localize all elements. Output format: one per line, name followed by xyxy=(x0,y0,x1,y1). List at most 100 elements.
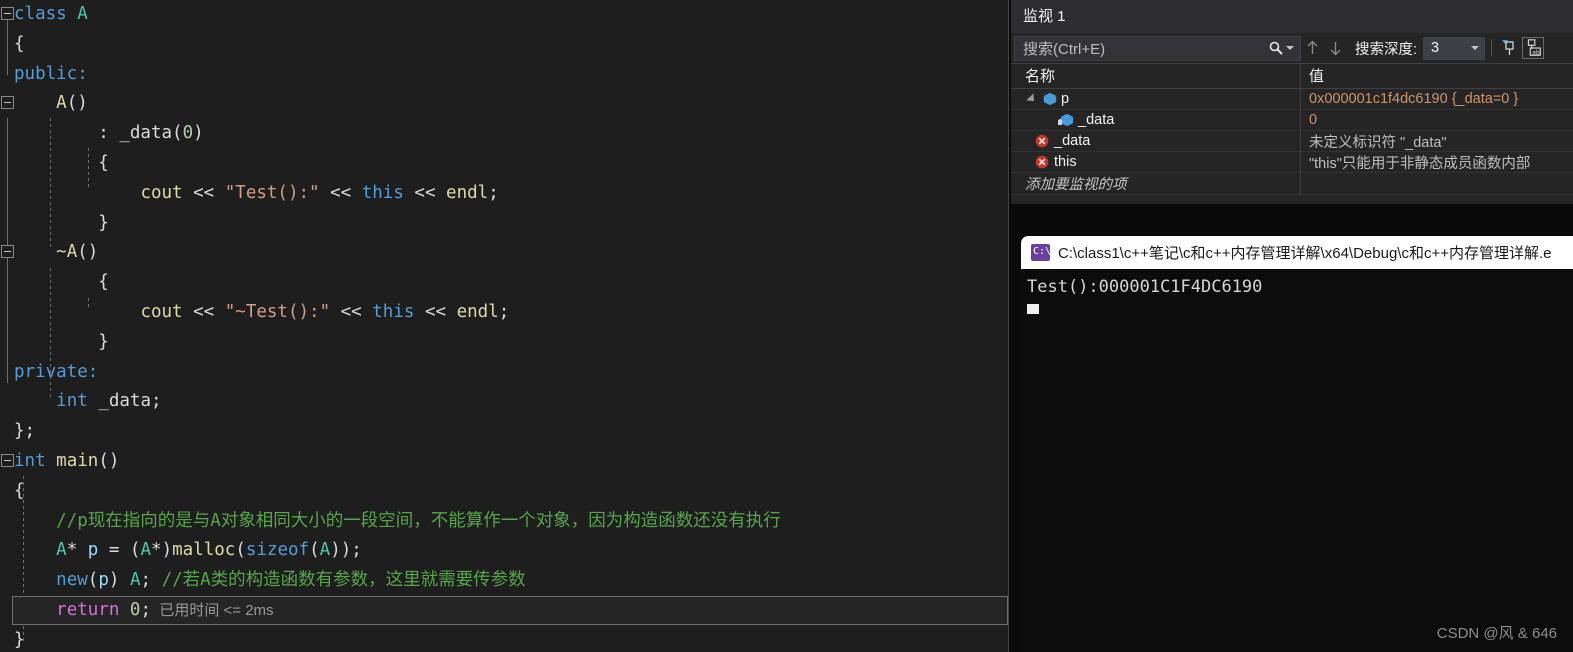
object-box-icon xyxy=(1043,92,1057,106)
arrow-up-icon xyxy=(1307,40,1318,54)
find-next-button[interactable] xyxy=(1324,37,1347,60)
code-line[interactable]: A() xyxy=(0,89,1008,119)
console-window: C:\ C:\class1\c++笔记\c和c++内存管理详解\x64\Debu… xyxy=(1021,236,1573,652)
search-options-chevron-down-icon[interactable] xyxy=(1286,46,1294,50)
code-text: } xyxy=(14,331,109,352)
collapse-minus-icon[interactable] xyxy=(1,245,14,259)
watch-row-value[interactable]: 0 xyxy=(1301,112,1573,128)
add-watch-row[interactable]: 添加要监视的项 xyxy=(1011,172,1573,195)
watch-row[interactable]: p 0x000001c1f4dc6190 {_data=0 } xyxy=(1011,88,1573,110)
code-text: ~A() xyxy=(56,242,99,263)
code-text: } xyxy=(14,212,109,233)
watch-row[interactable]: _data 未定义标识符 "_data" xyxy=(1011,130,1573,152)
code-line[interactable]: new(p) A; //若A类的构造函数有参数，这里就需要传参数 xyxy=(0,566,1008,596)
code-line[interactable]: cout << "Test():" << this << endl; xyxy=(0,179,1008,209)
arrow-down-icon xyxy=(1330,41,1341,55)
pin-ab-icon: ab xyxy=(1527,39,1541,56)
watch-row-name-cell[interactable]: this xyxy=(1011,151,1301,173)
code-line[interactable]: : _data(0) xyxy=(0,119,1008,149)
code-line[interactable]: } xyxy=(0,328,1008,358)
toolbar-divider xyxy=(1491,39,1493,57)
code-text: class A xyxy=(14,4,88,24)
search-depth-value: 3 xyxy=(1431,40,1440,56)
code-line[interactable]: } xyxy=(0,209,1008,239)
cmd-window-icon: C:\ xyxy=(1031,244,1051,261)
search-depth-combobox[interactable]: 3 xyxy=(1423,36,1486,60)
watch-window: 监视 1 搜索(Ctrl+E) 搜索深度: 3 ab 名称 值 p 0x0000… xyxy=(1011,0,1573,204)
code-line[interactable]: return 0; 已用时间 <= 2ms xyxy=(0,595,1008,626)
watch-row-value[interactable]: 未定义标识符 "_data" xyxy=(1301,131,1573,152)
code-line[interactable]: { xyxy=(0,30,1008,60)
code-text: cout << "~Test():" << this << endl; xyxy=(140,301,510,322)
console-output-area[interactable]: Test():000001C1F4DC6190 xyxy=(1021,269,1573,314)
code-text: { xyxy=(14,480,25,501)
search-input[interactable]: 搜索(Ctrl+E) xyxy=(1014,35,1301,61)
watch-toolbar: 搜索(Ctrl+E) 搜索深度: 3 ab xyxy=(1011,33,1573,64)
code-text: private: xyxy=(14,361,99,382)
code-line[interactable]: } xyxy=(0,626,1008,652)
collapse-minus-icon[interactable] xyxy=(1,96,14,110)
code-text: int main() xyxy=(14,450,120,471)
watch-row-name: _data xyxy=(1054,133,1091,149)
console-cursor xyxy=(1027,304,1039,314)
code-text: A* p = (A*)malloc(sizeof(A)); xyxy=(56,540,362,561)
perf-tip[interactable]: 已用时间 <= 2ms xyxy=(151,602,273,619)
code-line[interactable]: //p现在指向的是与A对象相同大小的一段空间，不能算作一个对象，因为构造函数还没… xyxy=(0,507,1008,537)
code-text: public: xyxy=(14,63,88,84)
visual-studio-debug-screen: class A { public: A() : _data(0) { cout <<… xyxy=(0,0,1573,652)
code-line[interactable]: int main() xyxy=(0,447,1008,477)
error-x-icon xyxy=(1035,155,1049,169)
search-depth-label: 搜索深度: xyxy=(1355,41,1418,58)
add-watch-placeholder: 添加要监视的项 xyxy=(1011,172,1301,195)
watch-row-name: _data xyxy=(1078,112,1115,128)
code-editor[interactable]: class A { public: A() : _data(0) { cout <<… xyxy=(0,0,1008,652)
watch-row-name-cell[interactable]: _data xyxy=(1011,130,1301,152)
code-line[interactable]: { xyxy=(0,477,1008,507)
code-line[interactable]: cout << "~Test():" << this << endl; xyxy=(0,298,1008,328)
watch-row-value[interactable]: 0x000001c1f4dc6190 {_data=0 } xyxy=(1301,91,1573,107)
watch-row-value[interactable]: "this"只能用于非静态成员函数内部 xyxy=(1301,152,1573,173)
collapse-minus-icon[interactable] xyxy=(1,7,14,20)
field-lock-box-icon xyxy=(1058,113,1074,127)
watch-row-name: this xyxy=(1054,154,1077,170)
code-text: { xyxy=(14,272,109,293)
code-text: //p现在指向的是与A对象相同大小的一段空间，不能算作一个对象，因为构造函数还没… xyxy=(56,510,781,531)
code-text: }; xyxy=(14,421,36,442)
error-x-icon xyxy=(1035,134,1049,148)
console-title-bar[interactable]: C:\ C:\class1\c++笔记\c和c++内存管理详解\x64\Debu… xyxy=(1021,236,1573,269)
code-line[interactable]: A* p = (A*)malloc(sizeof(A)); xyxy=(0,536,1008,566)
watch-row-name: p xyxy=(1061,91,1070,107)
code-text: A() xyxy=(56,93,88,114)
search-placeholder: 搜索(Ctrl+E) xyxy=(1023,40,1106,58)
find-previous-button[interactable] xyxy=(1301,37,1324,60)
code-line[interactable]: { xyxy=(0,149,1008,179)
watch-row[interactable]: _data 0 xyxy=(1011,109,1573,131)
column-header-value[interactable]: 值 xyxy=(1301,64,1573,89)
pin-icon xyxy=(1502,40,1514,55)
column-header-name[interactable]: 名称 xyxy=(1011,63,1301,89)
code-line[interactable]: private: xyxy=(0,358,1008,388)
right-pane: 监视 1 搜索(Ctrl+E) 搜索深度: 3 ab 名称 值 p 0x0000… xyxy=(1008,0,1573,652)
collapse-minus-icon[interactable] xyxy=(1,453,14,467)
code-line[interactable]: ~A() xyxy=(0,238,1008,268)
code-line[interactable]: int _data; xyxy=(0,387,1008,417)
code-line[interactable]: class A xyxy=(0,0,1008,30)
watch-row-name-cell[interactable]: p xyxy=(1011,88,1301,110)
code-line[interactable]: { xyxy=(0,268,1008,298)
pin-button[interactable] xyxy=(1498,37,1520,59)
watch-column-headers: 名称 值 xyxy=(1011,63,1573,89)
code-text: int _data; xyxy=(56,391,162,412)
code-line[interactable]: }; xyxy=(0,417,1008,447)
expander-triangle-icon[interactable] xyxy=(1026,93,1038,105)
code-text: cout << "Test():" << this << endl; xyxy=(140,182,499,203)
pin-ab-toggle-button[interactable]: ab xyxy=(1522,37,1545,59)
search-icon[interactable] xyxy=(1268,40,1284,56)
editor-line-list: class A { public: A() : _data(0) { cout <<… xyxy=(0,0,1008,652)
watch-row-name-cell[interactable]: _data xyxy=(1011,109,1301,131)
watch-row-list: p 0x000001c1f4dc6190 {_data=0 } _data 0 _dat… xyxy=(1011,88,1573,173)
console-output-line: Test():000001C1F4DC6190 xyxy=(1027,277,1263,297)
code-line[interactable]: public: xyxy=(0,60,1008,90)
watch-row[interactable]: this "this"只能用于非静态成员函数内部 xyxy=(1011,151,1573,173)
svg-text:ab: ab xyxy=(1532,49,1540,56)
watch-window-title: 监视 1 xyxy=(1011,0,1573,33)
